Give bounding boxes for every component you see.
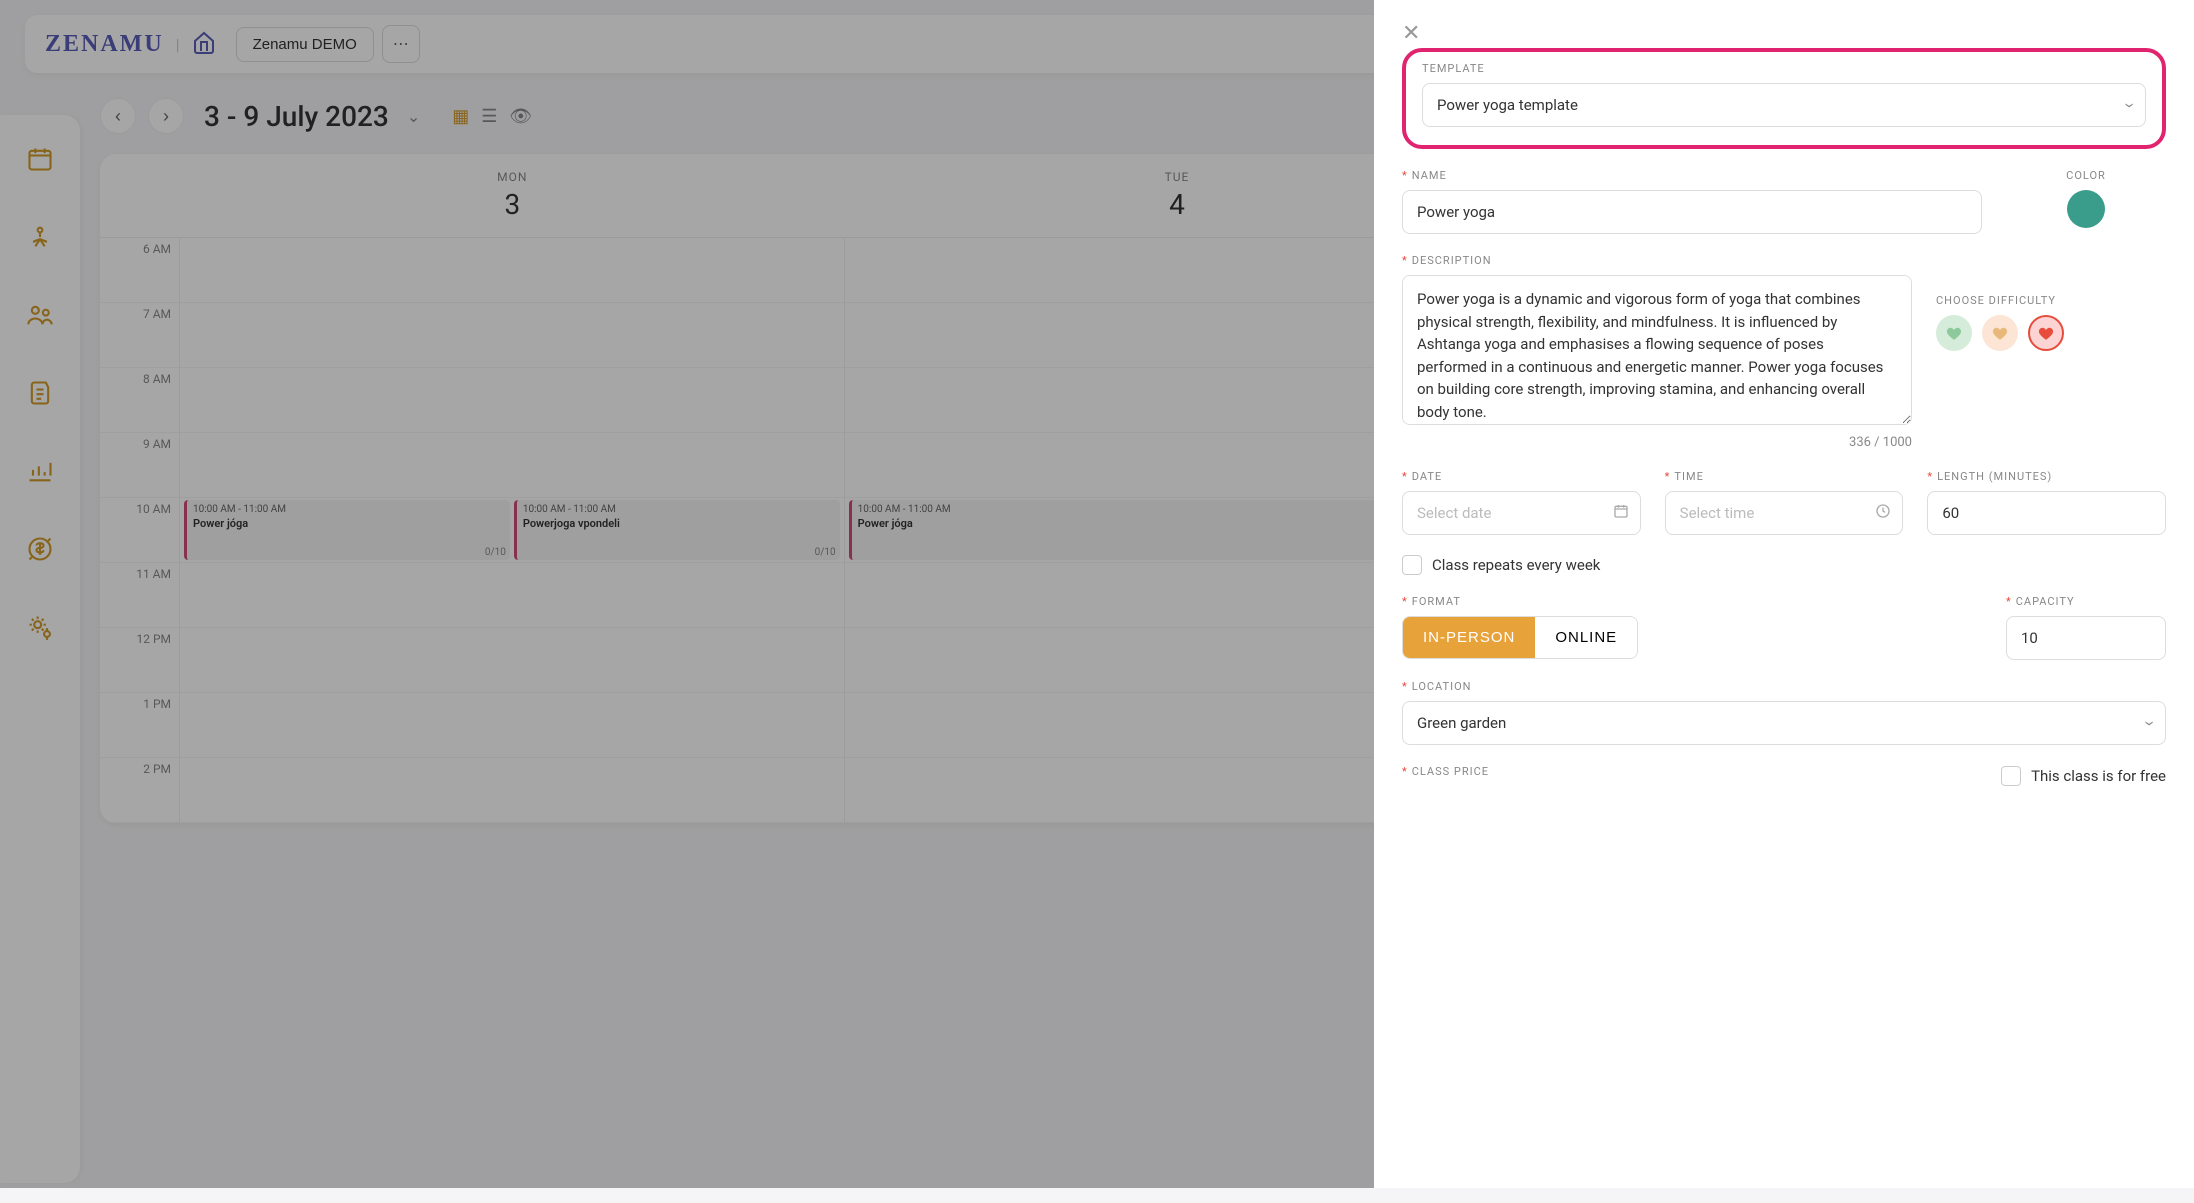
template-select[interactable]: Power yoga template (1422, 83, 2146, 127)
template-section-highlight: TEMPLATE Power yoga template (1402, 48, 2166, 149)
clock-icon (1875, 503, 1891, 523)
format-toggle: IN-PERSON ONLINE (1402, 616, 1638, 659)
name-label: *NAME (1402, 169, 1982, 182)
description-textarea[interactable]: Power yoga is a dynamic and vigorous for… (1402, 275, 1912, 425)
repeats-label: Class repeats every week (1432, 556, 1600, 574)
color-label: COLOR (2006, 169, 2166, 182)
location-label: *LOCATION (1402, 680, 2166, 693)
date-label: *DATE (1402, 470, 1641, 483)
repeats-checkbox[interactable] (1402, 555, 1422, 575)
name-input[interactable] (1402, 190, 1982, 234)
template-label: TEMPLATE (1422, 62, 2146, 75)
create-class-modal: ✕ TEMPLATE Power yoga template *NAME COL… (1374, 0, 2194, 1188)
calendar-icon (1613, 503, 1629, 523)
time-input[interactable] (1665, 491, 1904, 535)
capacity-input[interactable] (2006, 616, 2166, 660)
class-price-label: *CLASS PRICE (1402, 765, 1977, 778)
description-label: *DESCRIPTION (1402, 254, 1912, 267)
color-swatch[interactable] (2067, 190, 2105, 228)
difficulty-easy[interactable] (1936, 315, 1972, 351)
capacity-label: *CAPACITY (2006, 595, 2166, 608)
location-select[interactable]: Green garden (1402, 701, 2166, 745)
date-input[interactable] (1402, 491, 1641, 535)
free-checkbox[interactable] (2001, 766, 2021, 786)
format-label: *FORMAT (1402, 595, 1982, 608)
char-count: 336 / 1000 (1402, 435, 1912, 450)
format-online[interactable]: ONLINE (1535, 617, 1637, 658)
length-label: *LENGTH (MINUTES) (1927, 470, 2166, 483)
close-button[interactable]: ✕ (1402, 20, 1420, 46)
free-label: This class is for free (2031, 767, 2166, 785)
time-label: *TIME (1665, 470, 1904, 483)
difficulty-medium[interactable] (1982, 315, 2018, 351)
difficulty-hard[interactable] (2028, 315, 2064, 351)
length-input[interactable] (1927, 491, 2166, 535)
format-in-person[interactable]: IN-PERSON (1403, 617, 1535, 658)
difficulty-label: CHOOSE DIFFICULTY (1936, 294, 2166, 307)
